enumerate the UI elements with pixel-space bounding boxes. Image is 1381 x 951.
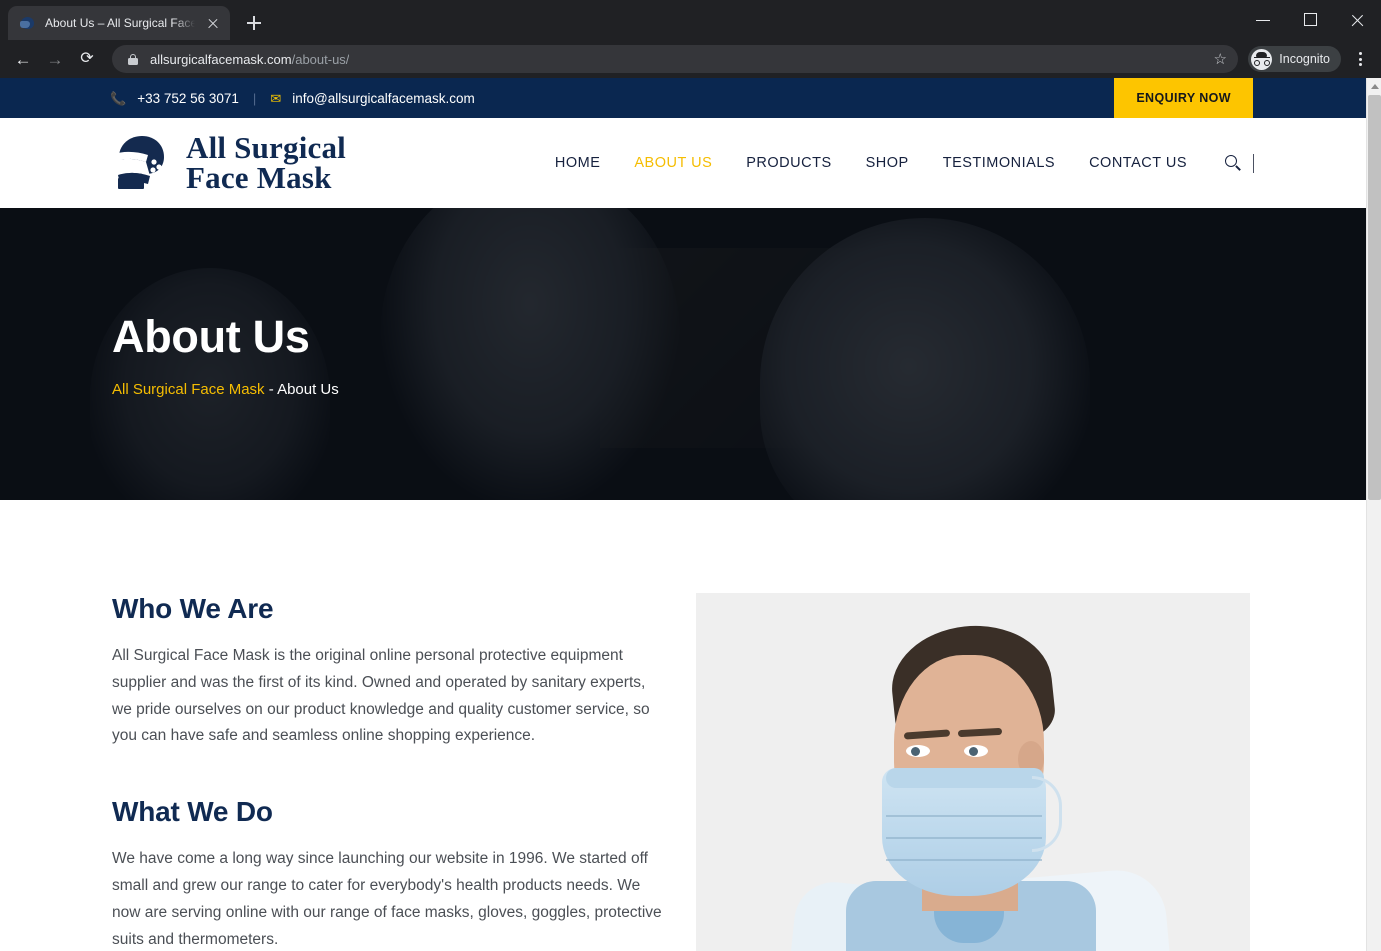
email-contact[interactable]: ✉ info@allsurgicalfacemask.com <box>270 91 474 106</box>
breadcrumb: All Surgical Face Mask - About Us <box>112 381 339 398</box>
nav-divider <box>1253 153 1254 173</box>
nav-item-shop[interactable]: SHOP <box>866 155 909 171</box>
forward-button[interactable]: → <box>40 44 70 74</box>
url-text: allsurgicalfacemask.com/about-us/ <box>150 52 349 67</box>
masked-man-illustration <box>696 593 1250 951</box>
new-tab-button[interactable] <box>240 9 268 37</box>
enquiry-now-button[interactable]: ENQUIRY NOW <box>1114 78 1253 118</box>
email-address: info@allsurgicalfacemask.com <box>292 90 475 106</box>
site-topbar: 📞 +33 752 56 3071 | ✉ info@allsurgicalfa… <box>0 78 1366 118</box>
search-icon[interactable] <box>1225 154 1242 172</box>
incognito-indicator[interactable]: Incognito <box>1248 46 1341 72</box>
lock-icon <box>126 52 140 66</box>
main-content: Who We Are All Surgical Face Mask is the… <box>0 500 1366 951</box>
scrollbar-thumb[interactable] <box>1368 95 1381 500</box>
nav-item-home[interactable]: HOME <box>555 155 601 171</box>
back-button[interactable]: ← <box>8 44 38 74</box>
nav-item-about-us[interactable]: ABOUT US <box>634 155 712 171</box>
nav-item-contact-us[interactable]: CONTACT US <box>1089 155 1187 171</box>
reload-icon: ⟳ <box>80 50 94 67</box>
breadcrumb-current: - About Us <box>268 380 339 398</box>
url-path: /about-us/ <box>291 51 350 67</box>
site-logo[interactable]: All Surgical Face Mask <box>112 132 346 195</box>
chrome-menu-icon[interactable] <box>1347 46 1373 72</box>
bookmark-star-icon[interactable]: ☆ <box>1208 47 1232 71</box>
browser-tab[interactable]: About Us – All Surgical Face Mask <box>8 6 230 40</box>
content-text-column: Who We Are All Surgical Face Mask is the… <box>112 593 666 951</box>
address-bar[interactable]: allsurgicalfacemask.com/about-us/ ☆ <box>112 45 1239 73</box>
back-arrow-icon: ← <box>14 49 32 69</box>
site-header: All Surgical Face Mask HOME ABOUT US PRO… <box>0 118 1366 208</box>
close-window-button[interactable] <box>1334 0 1381 40</box>
logo-line-2: Face Mask <box>186 160 332 195</box>
main-navigation: HOME ABOUT US PRODUCTS SHOP TESTIMONIALS… <box>555 153 1366 173</box>
nav-item-products[interactable]: PRODUCTS <box>746 155 831 171</box>
browser-window: About Us – All Surgical Face Mask ← → ⟳ … <box>0 0 1381 951</box>
logo-wordmark: All Surgical Face Mask <box>186 132 346 195</box>
page-title: About Us <box>112 310 310 362</box>
who-we-are-heading: Who We Are <box>112 593 274 624</box>
browser-toolbar: ← → ⟳ allsurgicalfacemask.com/about-us/ … <box>0 40 1381 78</box>
what-we-do-body: We have come a long way since launching … <box>112 850 662 948</box>
phone-number: +33 752 56 3071 <box>137 90 239 106</box>
site-favicon <box>20 15 36 31</box>
topbar-separator: | <box>252 90 257 106</box>
window-controls <box>1240 0 1381 40</box>
reload-button[interactable]: ⟳ <box>72 44 102 74</box>
search-area <box>1225 153 1254 173</box>
incognito-label: Incognito <box>1279 52 1330 66</box>
who-we-are-section: Who We Are All Surgical Face Mask is the… <box>112 593 666 750</box>
tab-strip: About Us – All Surgical Face Mask <box>0 0 1381 40</box>
tab-title: About Us – All Surgical Face Mask <box>45 16 195 30</box>
phone-icon: 📞 <box>110 90 127 106</box>
envelope-icon: ✉ <box>270 90 282 106</box>
omnibox-actions: ☆ <box>1208 47 1232 71</box>
forward-arrow-icon: → <box>46 49 64 69</box>
what-we-do-heading: What We Do <box>112 796 273 828</box>
hero-content: About Us All Surgical Face Mask - About … <box>112 208 339 500</box>
phone-contact[interactable]: 📞 +33 752 56 3071 <box>110 91 239 106</box>
close-tab-icon[interactable] <box>204 14 222 32</box>
who-we-are-body: All Surgical Face Mask is the original o… <box>112 647 650 745</box>
content-image-column <box>696 593 1254 951</box>
masked-man-photo <box>696 593 1250 951</box>
what-we-do-section: What We Do We have come a long way since… <box>112 796 666 951</box>
minimize-button[interactable] <box>1240 0 1287 40</box>
incognito-icon <box>1251 48 1273 70</box>
nav-item-testimonials[interactable]: TESTIMONIALS <box>943 155 1055 171</box>
url-domain: allsurgicalfacemask.com <box>150 51 292 67</box>
scroll-up-arrow-icon[interactable] <box>1367 78 1381 95</box>
page-viewport: 📞 +33 752 56 3071 | ✉ info@allsurgicalfa… <box>0 78 1381 951</box>
maximize-button[interactable] <box>1287 0 1334 40</box>
website-page: 📞 +33 752 56 3071 | ✉ info@allsurgicalfa… <box>0 78 1366 951</box>
hero-banner: About Us All Surgical Face Mask - About … <box>0 208 1366 500</box>
page-scrollbar[interactable] <box>1366 78 1381 951</box>
breadcrumb-home-link[interactable]: All Surgical Face Mask <box>112 381 265 398</box>
face-mask-logo-icon <box>112 134 176 192</box>
